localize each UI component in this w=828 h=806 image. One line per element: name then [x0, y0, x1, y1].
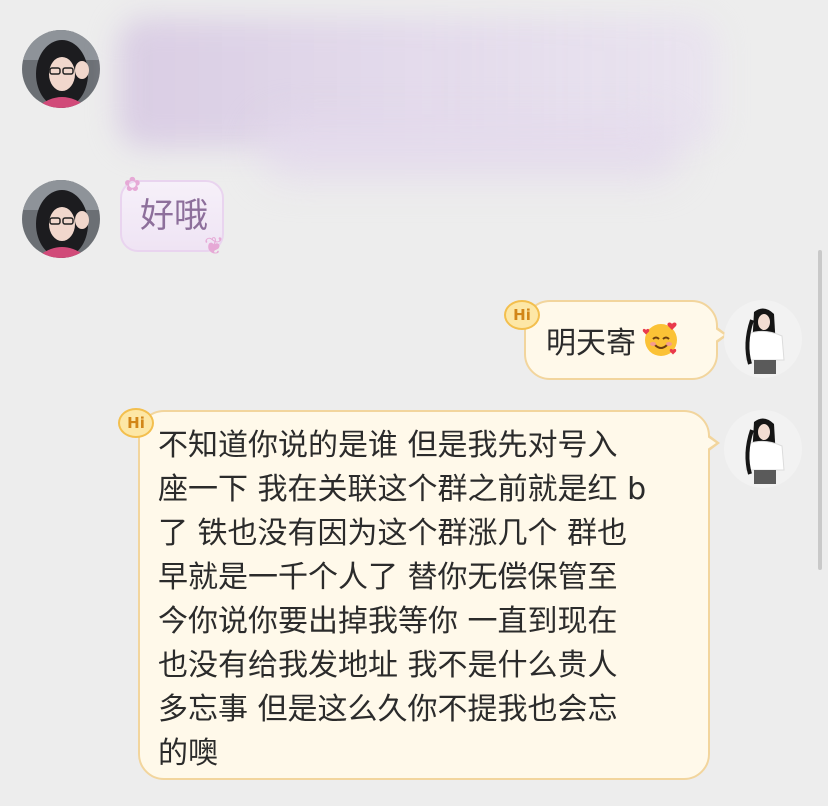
flower-decoration-icon: ✿: [124, 172, 141, 196]
message-line: 也没有给我发地址 我不是什么贵人: [158, 648, 618, 683]
avatar-self[interactable]: [724, 300, 802, 378]
blurred-message-overlay: [260, 120, 680, 180]
incoming-message-text: 好哦: [140, 196, 208, 236]
smiling-face-with-hearts-icon: [642, 320, 680, 369]
message-line: 早就是一千个人了 替你无偿保管至: [158, 560, 618, 595]
hi-badge-icon: Hi: [504, 300, 540, 330]
bubble-tail: [706, 434, 720, 452]
message-line: 了 铁也没有因为这个群涨几个 群也: [158, 516, 628, 551]
message-line: 不知道你说的是谁 但是我先对号入: [158, 428, 618, 463]
hi-badge-icon: Hi: [118, 408, 154, 438]
avatar-self[interactable]: [724, 410, 802, 488]
message-text: 明天寄: [546, 326, 636, 361]
outgoing-message-text-long: 不知道你说的是谁 但是我先对号入 座一下 我在关联这个群之前就是红 b 了 铁也…: [158, 424, 698, 776]
message-line: 座一下 我在关联这个群之前就是红 b: [158, 472, 647, 507]
scrollbar[interactable]: [818, 250, 822, 570]
message-line: 多忘事 但是这么久你不提我也会忘: [158, 692, 618, 727]
message-line: 今你说你要出掉我等你 一直到现在: [158, 604, 618, 639]
chat-screen: ✿ ❦ 好哦 Hi 明天寄 Hi 不知道你说的是谁 但是我先对号入 座一下 我在…: [0, 0, 828, 806]
avatar-other[interactable]: [22, 180, 100, 258]
avatar-other[interactable]: [22, 30, 100, 108]
message-line: 的噢: [158, 736, 218, 771]
butterfly-decoration-icon: ❦: [204, 232, 225, 260]
outgoing-message-text: 明天寄: [546, 320, 680, 369]
